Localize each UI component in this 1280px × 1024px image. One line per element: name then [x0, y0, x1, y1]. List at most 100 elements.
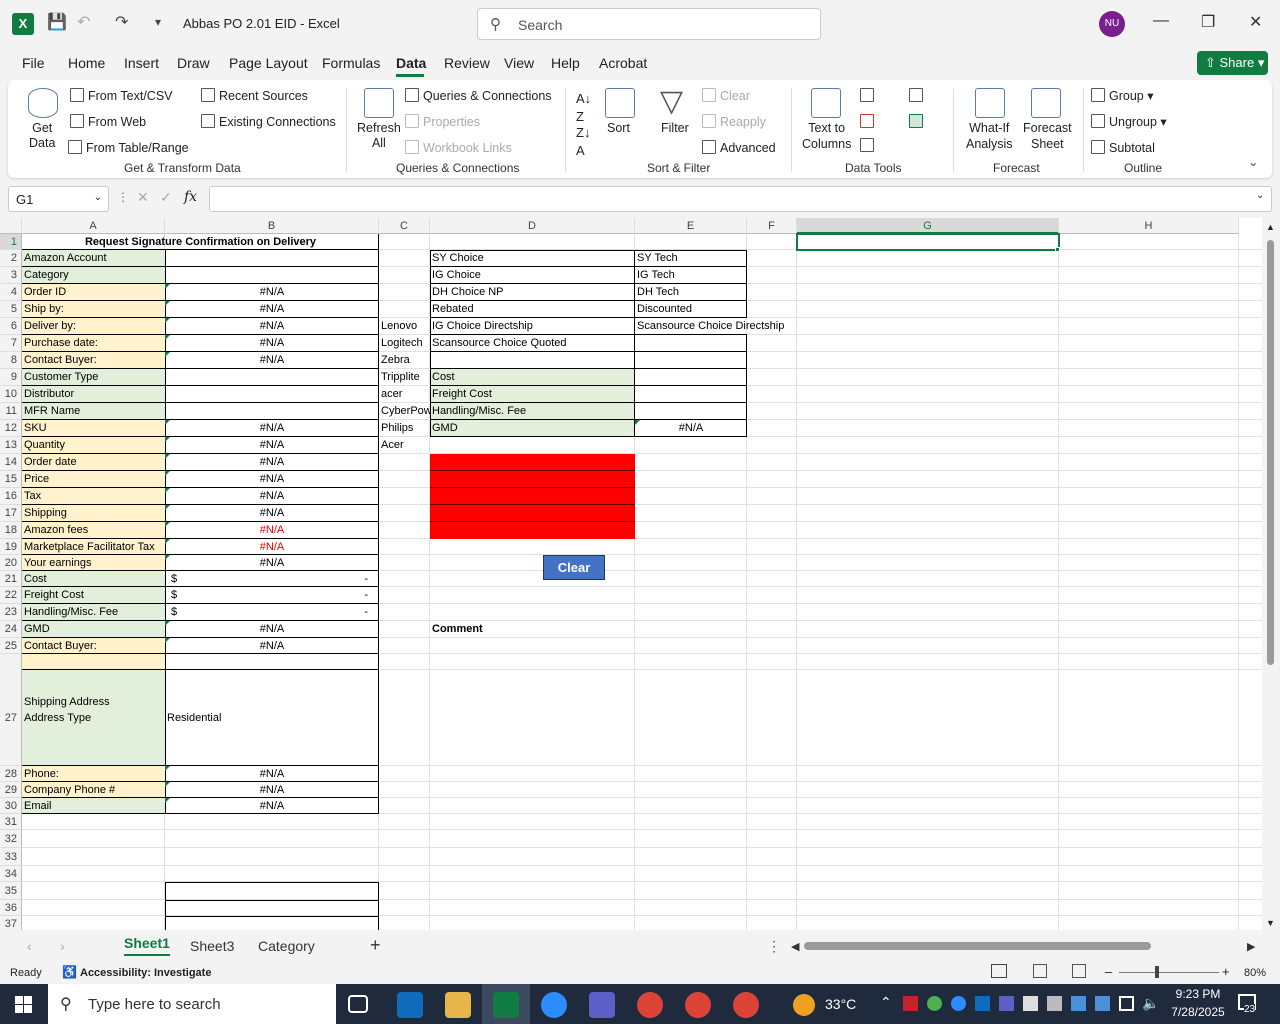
row-header[interactable]: 7	[0, 335, 22, 352]
sheet-tab-sheet3[interactable]: Sheet3	[190, 938, 234, 954]
avatar[interactable]: NU	[1099, 11, 1125, 37]
redo-icon[interactable]: ↷	[115, 12, 128, 32]
field-value[interactable]: #N/A	[165, 782, 379, 798]
field-label[interactable]: Tax	[22, 488, 165, 505]
sheet-tab-sheet1[interactable]: Sheet1	[124, 935, 170, 956]
tech-cell[interactable]: Scansource Choice Directship	[635, 318, 800, 335]
add-sheet-icon[interactable]: +	[370, 935, 381, 956]
menu-file[interactable]: File	[22, 55, 45, 71]
customize-quick-access-icon[interactable]: ▾	[155, 15, 161, 29]
tech-cell[interactable]: Discounted	[635, 301, 747, 318]
choice-cell[interactable]: SY Choice	[430, 250, 635, 267]
field-label[interactable]: Company Phone #	[22, 782, 165, 798]
select-all-corner[interactable]	[0, 218, 22, 234]
column-header-g[interactable]: G	[797, 218, 1059, 234]
share-button[interactable]: ⇧ Share ▾	[1197, 51, 1268, 75]
temperature[interactable]: 33°C	[825, 996, 856, 1012]
minimize-icon[interactable]: —	[1153, 12, 1169, 30]
choice-cell[interactable]: Scansource Choice Quoted	[430, 335, 635, 352]
field-label[interactable]: Phone:	[22, 766, 165, 782]
row-header[interactable]: 17	[0, 505, 22, 522]
save-icon[interactable]: 💾	[47, 12, 67, 32]
row-header[interactable]: 16	[0, 488, 22, 505]
field-label[interactable]: Distributor	[22, 386, 165, 403]
field-value[interactable]: #N/A	[165, 555, 379, 571]
field-label[interactable]: Address Type	[22, 670, 165, 766]
chrome-icon[interactable]	[733, 992, 759, 1018]
chrome-icon[interactable]	[637, 992, 663, 1018]
row-header[interactable]: 5	[0, 301, 22, 318]
field-value[interactable]: #N/A	[165, 437, 379, 454]
choice-cell[interactable]: DH Choice NP	[430, 284, 635, 301]
what-if-analysis-button[interactable]: What-If Analysis	[966, 120, 1013, 152]
row-header[interactable]: 14	[0, 454, 22, 471]
acrobat-tray-icon[interactable]	[903, 996, 918, 1011]
cancel-entry-icon[interactable]: ✕	[137, 189, 149, 206]
task-view-icon[interactable]	[348, 995, 368, 1013]
data-model-icon[interactable]	[909, 114, 923, 128]
zoom-in-icon[interactable]: +	[1222, 964, 1230, 979]
field-value[interactable]: #N/A	[165, 505, 379, 522]
chrome-tray-icon[interactable]	[927, 996, 942, 1011]
from-web-button[interactable]: From Web	[70, 114, 146, 129]
row-header[interactable]: 29	[0, 782, 22, 798]
field-label[interactable]: Amazon fees	[22, 522, 165, 539]
vertical-scrollbar[interactable]: ▲ ▼	[1262, 218, 1280, 930]
zoom-tray-icon[interactable]	[951, 996, 966, 1011]
recent-sources-button[interactable]: Recent Sources	[201, 88, 308, 103]
cost-label[interactable]: GMD	[430, 420, 635, 437]
ungroup-button[interactable]: Ungroup ▾	[1091, 114, 1167, 129]
filter-button[interactable]: Filter	[661, 121, 689, 135]
field-label[interactable]: Contact Buyer:	[22, 352, 165, 369]
zoom-out-icon[interactable]: –	[1105, 964, 1112, 979]
field-value[interactable]: #N/A	[165, 335, 379, 352]
field-value[interactable]: #N/A	[165, 621, 379, 638]
tech-cell[interactable]: IG Tech	[635, 267, 747, 284]
get-data-button[interactable]: Get Data	[29, 121, 55, 151]
field-value[interactable]: #N/A	[165, 488, 379, 505]
row-header[interactable]: 1	[0, 234, 22, 250]
row-header[interactable]: 35	[0, 882, 22, 900]
zoom-slider[interactable]	[1119, 972, 1219, 973]
clock-time[interactable]: 9:23 PM	[1168, 987, 1228, 1001]
volume-icon[interactable]: 🔈	[1142, 995, 1159, 1012]
selected-cell-g1[interactable]	[796, 233, 1060, 251]
chrome-icon[interactable]	[685, 992, 711, 1018]
row-header[interactable]: 24	[0, 621, 22, 638]
menu-acrobat[interactable]: Acrobat	[599, 55, 647, 71]
row-header[interactable]: 21	[0, 571, 22, 587]
row-header[interactable]: 19	[0, 539, 22, 555]
row-header[interactable]: 33	[0, 848, 22, 866]
tab-split-handle-icon[interactable]: ⋮	[767, 938, 781, 955]
field-label[interactable]: Cost	[22, 571, 165, 587]
row-header[interactable]: 25	[0, 638, 22, 654]
field-value[interactable]: #N/A	[165, 471, 379, 488]
row-header[interactable]: 22	[0, 587, 22, 604]
enter-check-icon[interactable]: ✓	[160, 189, 172, 206]
flash-fill-icon[interactable]	[860, 88, 874, 102]
outlook-tray-icon[interactable]	[975, 996, 990, 1011]
field-label[interactable]: Email	[22, 798, 165, 814]
row-header[interactable]: 28	[0, 766, 22, 782]
restore-icon[interactable]: ❐	[1201, 12, 1215, 32]
row-header[interactable]: 2	[0, 250, 22, 267]
existing-connections-button[interactable]: Existing Connections	[201, 114, 336, 129]
field-value[interactable]: #N/A	[165, 766, 379, 782]
field-value[interactable]: Residential	[165, 670, 379, 766]
field-value[interactable]: #N/A	[165, 352, 379, 369]
data-validation-icon[interactable]	[860, 138, 874, 152]
field-value[interactable]: #N/A	[165, 301, 379, 318]
row-header[interactable]: 20	[0, 555, 22, 571]
field-value[interactable]: #N/A	[165, 539, 379, 555]
row-header[interactable]: 32	[0, 830, 22, 848]
field-label[interactable]: Category	[22, 267, 165, 284]
weather-icon[interactable]	[793, 994, 815, 1016]
formula-input[interactable]	[209, 186, 1272, 212]
clear-button[interactable]: Clear	[543, 555, 605, 580]
brand-cell[interactable]: Philips	[379, 420, 430, 437]
tray-app-icon[interactable]	[1023, 996, 1038, 1011]
teams-tray-icon[interactable]	[999, 996, 1014, 1011]
row-header[interactable]: 37	[0, 916, 22, 930]
brand-cell[interactable]: acer	[379, 386, 430, 403]
tech-cell[interactable]: DH Tech	[635, 284, 747, 301]
